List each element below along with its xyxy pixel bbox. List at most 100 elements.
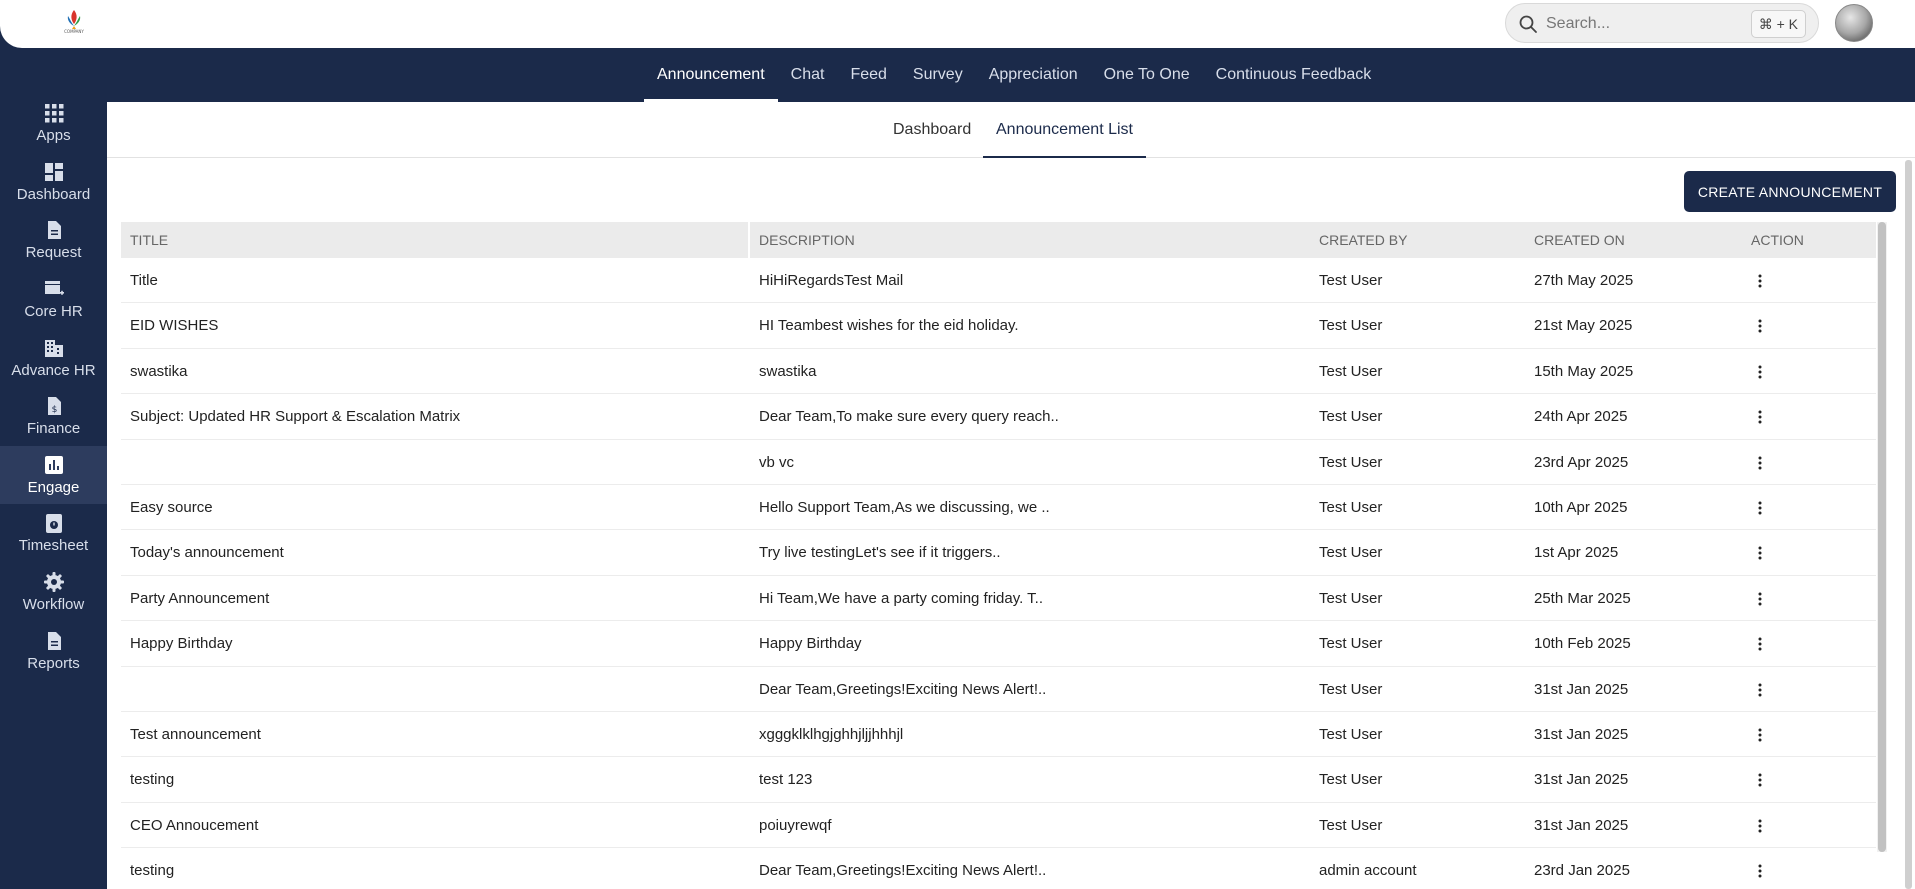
cell-action — [1742, 303, 1876, 347]
cell-description: test 123 — [759, 771, 813, 789]
store-plus-icon — [44, 281, 64, 295]
page-scrollbar[interactable] — [1905, 160, 1912, 889]
tab-announcement[interactable]: Announcement — [644, 52, 778, 102]
more-options-icon[interactable] — [1755, 365, 1765, 379]
table-row[interactable]: Party Announcement Hi Team,We have a part… — [121, 576, 1876, 622]
column-header-created-on[interactable]: CREATED ON — [1525, 222, 1742, 258]
more-options-icon[interactable] — [1755, 456, 1765, 470]
table-row[interactable]: EID WISHES HI Teambest wishes for the eid… — [121, 303, 1876, 349]
cell-created-on: 15th May 2025 — [1534, 362, 1634, 380]
more-options-icon[interactable] — [1755, 773, 1765, 787]
table-row[interactable]: Easy source Hello Support Team,As we disc… — [121, 485, 1876, 531]
more-options-icon[interactable] — [1755, 864, 1765, 878]
sidebar-item-workflow[interactable]: Workflow — [0, 563, 107, 622]
cell-description: swastika — [759, 362, 817, 380]
cell-action — [1742, 848, 1876, 889]
cell-created-by: Test User — [1319, 362, 1383, 380]
cell-title: testing — [130, 771, 175, 789]
table-scrollbar[interactable] — [1877, 222, 1887, 852]
sidebar-item-finance[interactable]: $ Finance — [0, 387, 107, 446]
cell-action — [1742, 485, 1876, 529]
table-row[interactable]: vb vc Test User 23rd Apr 2025 — [121, 440, 1876, 485]
cell-created-by: Test User — [1319, 408, 1383, 426]
column-header-action: ACTION — [1751, 232, 1804, 248]
cell-description: vb vc — [759, 453, 795, 471]
table-row[interactable]: CEO Annoucement poiuyrewqf Test User 31st J… — [121, 803, 1876, 849]
search-shortcut-badge: ⌘ + K — [1750, 10, 1806, 38]
column-header-created-by[interactable]: CREATED BY — [1310, 222, 1525, 258]
create-announcement-button[interactable]: CREATE ANNOUNCEMENT — [1684, 171, 1896, 212]
user-avatar[interactable] — [1835, 4, 1873, 42]
cell-description: Dear Team,Greetings!Exciting News Alert!… — [759, 680, 1047, 698]
cell-title: Subject: Updated HR Support & Escalation… — [130, 408, 461, 426]
more-options-icon[interactable] — [1755, 683, 1765, 697]
gear-icon — [43, 572, 64, 593]
logo-text: COMPANY — [64, 29, 84, 34]
table-scroll-thumb[interactable] — [1878, 222, 1886, 852]
cell-description: Dear Team,Greetings!Exciting News Alert!… — [759, 862, 1047, 880]
cell-created-by: Test User — [1319, 453, 1383, 471]
more-options-icon[interactable] — [1755, 410, 1765, 424]
table-row[interactable]: Test announcement xgggklklhgjghhjljjhhhjl… — [121, 712, 1876, 758]
sidebar-item-timesheet[interactable]: Timesheet — [0, 504, 107, 563]
column-header-title[interactable]: TITLE — [121, 222, 750, 258]
table-row[interactable]: Dear Team,Greetings!Exciting News Alert!… — [121, 667, 1876, 712]
more-options-icon[interactable] — [1755, 274, 1765, 288]
cell-created-by: Test User — [1319, 725, 1383, 743]
cell-created-on: 23rd Apr 2025 — [1534, 453, 1629, 471]
table-row[interactable]: testing Dear Team,Greetings!Exciting News… — [121, 848, 1876, 889]
tab-feed[interactable]: Feed — [837, 52, 899, 102]
cell-created-on: 25th Mar 2025 — [1534, 589, 1631, 607]
cell-created-on: 31st Jan 2025 — [1534, 680, 1629, 698]
sidebar-item-advance-hr[interactable]: Advance HR — [0, 328, 107, 387]
cell-created-on: 23rd Jan 2025 — [1534, 862, 1630, 880]
more-options-icon[interactable] — [1755, 728, 1765, 742]
sidebar: Apps Dashboard Request Core HR Advance H… — [0, 94, 107, 680]
subtab-announcement-list[interactable]: Announcement List — [983, 102, 1146, 158]
cell-title — [121, 440, 750, 484]
cell-title: Happy Birthday — [130, 635, 233, 653]
cell-created-by: Test User — [1319, 544, 1383, 562]
cell-created-on: 31st Jan 2025 — [1534, 725, 1629, 743]
table-row[interactable]: swastika swastika Test User 15th May 2025 — [121, 349, 1876, 395]
more-options-icon[interactable] — [1755, 592, 1765, 606]
global-search[interactable]: ⌘ + K — [1505, 3, 1819, 43]
cell-created-on: 1st Apr 2025 — [1534, 544, 1619, 562]
sidebar-item-core-hr[interactable]: Core HR — [0, 270, 107, 329]
column-header-description[interactable]: DESCRIPTION — [750, 222, 1310, 258]
sidebar-item-reports[interactable]: Reports — [0, 621, 107, 680]
tab-appreciation[interactable]: Appreciation — [976, 52, 1091, 102]
more-options-icon[interactable] — [1755, 546, 1765, 560]
table-row[interactable]: Today's announcement Try live testingLet'… — [121, 530, 1876, 576]
more-options-icon[interactable] — [1755, 819, 1765, 833]
more-options-icon[interactable] — [1755, 319, 1765, 333]
sidebar-item-apps[interactable]: Apps — [0, 94, 107, 153]
cell-action — [1742, 757, 1876, 801]
tab-one-to-one[interactable]: One To One — [1091, 52, 1203, 102]
tab-continuous-feedback[interactable]: Continuous Feedback — [1203, 52, 1385, 102]
table-row[interactable]: Happy Birthday Happy Birthday Test User 10t… — [121, 621, 1876, 667]
tab-chat[interactable]: Chat — [778, 52, 838, 102]
table-row[interactable]: Title HiHiRegardsTest Mail Test User 27th M… — [121, 258, 1876, 304]
sidebar-item-request[interactable]: Request — [0, 211, 107, 270]
sidebar-item-label: Finance — [26, 420, 81, 438]
sidebar-item-label: Reports — [27, 654, 80, 672]
more-options-icon[interactable] — [1755, 501, 1765, 515]
tab-survey[interactable]: Survey — [900, 52, 976, 102]
cell-action — [1742, 530, 1876, 574]
cell-description: HI Teambest wishes for the eid holiday. — [759, 317, 1019, 335]
cell-created-by: Test User — [1319, 635, 1383, 653]
apps-grid-icon — [44, 104, 63, 123]
search-input[interactable] — [1546, 12, 1746, 36]
table-row[interactable]: Subject: Updated HR Support & Escalation… — [121, 394, 1876, 440]
cell-created-by: Test User — [1319, 589, 1383, 607]
building-icon — [44, 339, 63, 357]
sidebar-item-engage[interactable]: Engage — [0, 445, 107, 505]
more-options-icon[interactable] — [1755, 637, 1765, 651]
subtab-dashboard[interactable]: Dashboard — [893, 102, 971, 158]
sidebar-item-dashboard[interactable]: Dashboard — [0, 153, 107, 212]
finance-document-icon: $ — [47, 397, 61, 416]
table-row[interactable]: testing test 123 Test User 31st Jan 2025 — [121, 757, 1876, 803]
company-logo[interactable]: COMPANY — [58, 8, 90, 36]
cell-description: Hi Team,We have a party coming friday. T… — [759, 589, 1044, 607]
